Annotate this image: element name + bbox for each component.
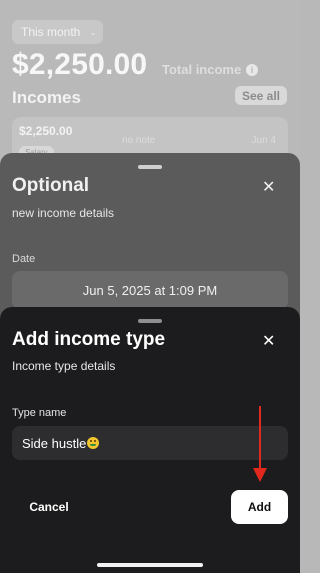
total-income-label: Total income <box>162 62 242 77</box>
type-name-label: Type name <box>12 407 67 419</box>
chevron-down-icon: ⌄ <box>89 26 97 37</box>
sheet-drag-handle[interactable] <box>138 319 162 323</box>
income-date: Jun 4 <box>251 135 276 146</box>
money-mouth-face-icon <box>87 437 100 449</box>
home-indicator <box>97 563 203 567</box>
date-label: Date <box>12 253 36 265</box>
sheet-drag-handle[interactable] <box>138 165 162 169</box>
income-amount: $2,250.00 <box>19 124 73 138</box>
cancel-button[interactable]: Cancel <box>12 491 86 523</box>
info-icon[interactable]: i <box>246 64 258 76</box>
close-icon[interactable]: ✕ <box>262 331 275 351</box>
close-icon[interactable]: ✕ <box>262 177 275 197</box>
income-type-sheet-subtitle: Income type details <box>12 359 116 373</box>
see-all-button[interactable]: See all <box>235 86 287 105</box>
income-type-sheet-title: Add income type <box>12 329 166 350</box>
date-picker-field[interactable]: Jun 5, 2025 at 1:09 PM <box>12 271 288 309</box>
optional-sheet-title: Optional <box>12 175 90 196</box>
date-value: Jun 5, 2025 at 1:09 PM <box>82 282 218 298</box>
incomes-heading: Incomes <box>12 88 81 107</box>
type-name-value: Side hustle <box>22 435 87 451</box>
add-button[interactable]: Add <box>231 490 288 524</box>
period-selector[interactable]: This month ⌄ <box>12 20 103 44</box>
type-name-field[interactable]: Side hustle <box>12 426 288 460</box>
optional-sheet-subtitle: new income details <box>12 206 115 220</box>
period-selector-label: This month <box>21 25 81 39</box>
total-income-amount: $2,250.00 <box>12 48 148 81</box>
red-arrow-icon <box>253 406 267 482</box>
income-note: no note <box>122 135 156 146</box>
